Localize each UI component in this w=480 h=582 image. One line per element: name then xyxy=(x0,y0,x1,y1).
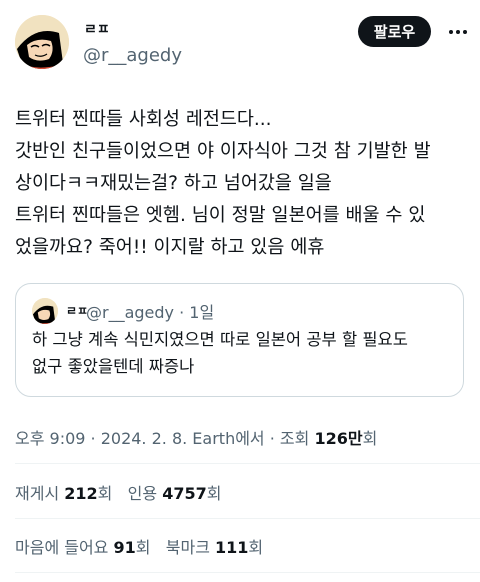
stats-row-reposts: 재게시 212회 인용 4757회 xyxy=(15,480,221,504)
divider xyxy=(15,518,480,519)
user-handle[interactable]: @r__agedy xyxy=(83,45,182,66)
retweets-count: 212 xyxy=(64,484,98,503)
tweet-meta: 오후 9:09 · 2024. 2. 8. Earth에서 · 조회 126만회 xyxy=(15,425,377,449)
likes-count: 91 xyxy=(113,538,136,557)
quoted-handle-time: @r__agedy · 1일 xyxy=(86,303,215,322)
likes-stat[interactable]: 마음에 들어요 91회 xyxy=(15,538,151,557)
likes-label: 마음에 들어요 xyxy=(15,538,114,557)
quotes-count: 4757 xyxy=(162,484,207,503)
quoted-avatar[interactable] xyxy=(32,298,58,324)
retweets-stat[interactable]: 재게시 212회 xyxy=(15,484,112,503)
bookmarks-stat[interactable]: 북마크 111회 xyxy=(166,538,263,557)
tweet-line: 었을까요? 죽어!! 이지랄 하고 있음 에휴 xyxy=(15,237,325,258)
stats-row-likes: 마음에 들어요 91회 북마크 111회 xyxy=(15,534,263,558)
views-count: 126만 xyxy=(314,429,363,448)
bookmarks-suffix: 회 xyxy=(248,538,264,557)
quotes-stat[interactable]: 인용 4757회 xyxy=(128,484,222,503)
avatar[interactable] xyxy=(15,15,69,69)
more-options-icon[interactable] xyxy=(446,20,470,44)
views-suffix: 회 xyxy=(362,429,378,448)
tweet-line: 트위터 찐따들 사회성 레전드다... xyxy=(15,109,272,130)
follow-button[interactable]: 팔로우 xyxy=(358,16,431,47)
display-name[interactable]: ㄹㅍ xyxy=(84,19,110,39)
quoted-display-name: ㄹㅍ xyxy=(66,304,89,318)
avatar-image xyxy=(15,15,69,69)
tweet-line: 갓반인 친구들이었으면 야 이자식아 그것 참 기발한 발 xyxy=(15,141,431,162)
likes-suffix: 회 xyxy=(135,538,151,557)
tweet-text: 트위터 찐따들 사회성 레전드다... 갓반인 친구들이었으면 야 이자식아 그… xyxy=(15,104,470,264)
quoted-tweet[interactable]: ㄹㅍ @r__agedy · 1일 하 그냥 계속 식민지였으면 따로 일본어 … xyxy=(15,283,464,397)
retweets-suffix: 회 xyxy=(97,484,113,503)
tweet-datetime-source[interactable]: 오후 9:09 · 2024. 2. 8. Earth에서 · 조회 xyxy=(15,429,314,448)
retweets-label: 재게시 xyxy=(15,484,65,503)
quoted-text: 하 그냥 계속 식민지였으면 따로 일본어 공부 할 필요도 없구 좋았을텐데 … xyxy=(32,326,452,380)
tweet-line: 트위터 찐따들은 엣헴. 님이 정말 일본어를 배울 수 있 xyxy=(15,205,426,226)
divider xyxy=(15,463,480,464)
quoted-avatar-image xyxy=(32,298,58,324)
divider xyxy=(15,572,480,573)
bookmarks-count: 111 xyxy=(215,538,249,557)
quoted-line: 없구 좋았을텐데 짜증나 xyxy=(32,357,195,376)
quotes-suffix: 회 xyxy=(206,484,222,503)
quotes-label: 인용 xyxy=(127,484,163,503)
tweet-line: 상이다ㅋㅋ재밌는걸? 하고 넘어갔을 일을 xyxy=(15,173,332,194)
bookmarks-label: 북마크 xyxy=(165,538,216,557)
quoted-line: 하 그냥 계속 식민지였으면 따로 일본어 공부 할 필요도 xyxy=(32,330,408,349)
